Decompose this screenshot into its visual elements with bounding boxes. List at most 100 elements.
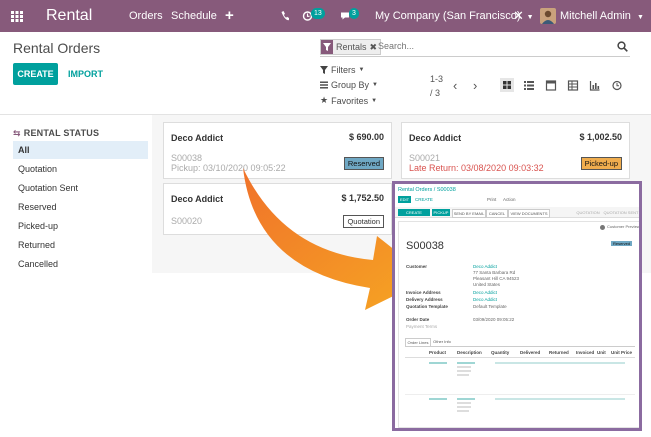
inset-delivery-label: Delivery Address bbox=[406, 297, 443, 302]
import-button[interactable]: IMPORT bbox=[68, 63, 103, 85]
user-menu[interactable]: Mitchell Admin ▼ bbox=[560, 0, 644, 32]
plus-icon[interactable]: + bbox=[225, 0, 234, 32]
pager-next-icon[interactable]: › bbox=[473, 78, 477, 93]
favorites-label: Favorites bbox=[331, 95, 369, 106]
caret-down-icon: ▼ bbox=[372, 82, 378, 88]
inset-create-invoice-button: CREATE INVOICE bbox=[398, 209, 430, 222]
inset-table-row bbox=[429, 398, 447, 400]
inset-globe-icon bbox=[600, 225, 605, 230]
favorites-dropdown[interactable]: ★ Favorites ▼ bbox=[320, 95, 377, 106]
status-badge: Picked-up bbox=[580, 157, 622, 170]
inset-table-row bbox=[457, 402, 471, 404]
message-count-badge: 3 bbox=[349, 8, 359, 19]
status-quotation-sent[interactable]: Quotation Sent bbox=[13, 179, 148, 197]
caret-down-icon: ▼ bbox=[636, 14, 644, 21]
status-picked-up[interactable]: Picked-up bbox=[13, 217, 148, 235]
inset-template-label: Quotation Template bbox=[406, 304, 448, 309]
company-switcher[interactable]: My Company (San Francisco) ▼ bbox=[375, 0, 534, 32]
star-icon: ★ bbox=[320, 95, 329, 105]
groupby-dropdown[interactable]: Group By ▼ bbox=[320, 80, 378, 90]
inset-stage-quotation-sent: QUOTATION SENT bbox=[603, 210, 639, 215]
create-button[interactable]: CREATE bbox=[13, 63, 58, 85]
caret-down-icon: ▼ bbox=[526, 14, 534, 21]
inset-breadcrumb: Rental Orders / S00038 bbox=[398, 187, 456, 193]
app-title[interactable]: Rental bbox=[46, 0, 92, 32]
inset-delivery-value: Deco Addict bbox=[473, 297, 498, 302]
search-facet-rentals[interactable]: Rentals ✖ bbox=[320, 39, 382, 55]
kanban-card[interactable]: Deco Addict $ 1,002.50 S00021 Late Retur… bbox=[401, 122, 630, 179]
status-returned[interactable]: Returned bbox=[13, 236, 148, 254]
inset-payment-terms-label: Payment Terms bbox=[406, 324, 438, 329]
search-bar[interactable]: Rentals ✖ bbox=[320, 38, 630, 57]
status-all[interactable]: All bbox=[13, 141, 148, 159]
inset-address-line: United States bbox=[473, 282, 501, 287]
pager-range[interactable]: 1-3 bbox=[430, 74, 443, 84]
status-quotation[interactable]: Quotation bbox=[13, 160, 148, 178]
company-name: My Company (San Francisco) bbox=[375, 10, 521, 22]
inset-create-button: CREATE bbox=[415, 197, 433, 202]
menu-schedule[interactable]: Schedule bbox=[171, 0, 217, 32]
phone-icon[interactable] bbox=[280, 0, 289, 32]
pager-previous-icon[interactable]: ‹ bbox=[453, 78, 457, 93]
menu-orders[interactable]: Orders bbox=[129, 0, 163, 32]
top-navbar: Rental Orders Schedule + 13 3 My Company… bbox=[0, 0, 651, 32]
inset-pickup-button: PICKUP bbox=[432, 209, 450, 216]
caret-down-icon: ▼ bbox=[358, 67, 365, 73]
inset-address-line: 77 Santa Barbara Rd bbox=[473, 270, 516, 275]
rental-order-form-preview: Rental Orders / S00038 EDIT CREATE Print… bbox=[392, 181, 642, 431]
kanban-view-icon[interactable] bbox=[500, 78, 514, 92]
card-customer: Deco Addict bbox=[171, 194, 224, 204]
inset-order-date-label: Order Date bbox=[406, 317, 430, 322]
rental-status-heading: ⇆ RENTAL STATUS bbox=[13, 128, 100, 138]
inset-action-menu: Action bbox=[503, 197, 516, 202]
groupby-label: Group By bbox=[331, 80, 370, 90]
list-view-icon[interactable] bbox=[523, 78, 535, 92]
inset-invoice-value: Deco Addict bbox=[473, 290, 498, 295]
inset-customer-label: Customer bbox=[406, 264, 428, 269]
activity-count-badge: 13 bbox=[311, 8, 325, 19]
inset-table-row bbox=[429, 362, 447, 364]
status-cancelled[interactable]: Cancelled bbox=[13, 255, 148, 273]
filters-dropdown[interactable]: Filters ▼ bbox=[320, 65, 364, 75]
inset-edit-button: EDIT bbox=[398, 196, 411, 203]
inset-col-returned: Returned bbox=[549, 350, 569, 355]
inset-send-email-button: SEND BY EMAIL bbox=[452, 209, 486, 218]
inset-table-row bbox=[495, 398, 625, 400]
inset-table-row bbox=[457, 374, 469, 376]
pivot-view-icon[interactable] bbox=[567, 78, 579, 92]
inset-table-row bbox=[457, 370, 471, 372]
card-reference: S00038 bbox=[171, 153, 203, 163]
inset-col-description: Description bbox=[457, 350, 482, 355]
inset-col-delivered: Delivered bbox=[520, 350, 541, 355]
card-customer: Deco Addict bbox=[171, 133, 224, 143]
inset-col-quantity: Quantity bbox=[491, 350, 510, 355]
inset-address-line: Pleasant Hill CA 94523 bbox=[473, 276, 520, 281]
status-reserved[interactable]: Reserved bbox=[13, 198, 148, 216]
graph-view-icon[interactable] bbox=[589, 78, 601, 92]
apps-menu-icon[interactable] bbox=[10, 0, 24, 32]
inset-tab-divider bbox=[405, 346, 635, 347]
inset-col-unit-price: Unit Price bbox=[611, 350, 633, 355]
rental-status-list: All Quotation Quotation Sent Reserved Pi… bbox=[13, 141, 148, 273]
inset-tab-other-info: Other Info bbox=[433, 339, 451, 344]
activity-view-icon[interactable] bbox=[611, 78, 623, 92]
calendar-view-icon[interactable] bbox=[545, 78, 557, 92]
search-input[interactable] bbox=[378, 38, 608, 54]
inset-stage-quotation: QUOTATION bbox=[576, 210, 600, 215]
inset-col-unit: Unit bbox=[597, 350, 606, 355]
card-amount: $ 1,002.50 bbox=[579, 132, 622, 142]
search-icon[interactable] bbox=[617, 41, 628, 52]
debug-tools-icon[interactable]: ✕ bbox=[513, 0, 524, 32]
inset-table-row bbox=[495, 362, 625, 364]
inset-table-row bbox=[457, 362, 475, 364]
inset-col-invoiced: Invoiced bbox=[576, 350, 595, 355]
groupby-icon bbox=[320, 81, 328, 89]
filters-label: Filters bbox=[331, 65, 356, 75]
inset-status-badge: Reserved bbox=[611, 241, 633, 246]
user-name: Mitchell Admin bbox=[560, 10, 631, 22]
filter-icon bbox=[320, 66, 328, 74]
facet-remove-icon[interactable]: ✖ bbox=[370, 40, 378, 54]
tag-icon: ⇆ bbox=[13, 128, 21, 138]
inset-view-documents-button: VIEW DOCUMENTS bbox=[508, 209, 550, 218]
user-avatar[interactable] bbox=[540, 8, 556, 24]
